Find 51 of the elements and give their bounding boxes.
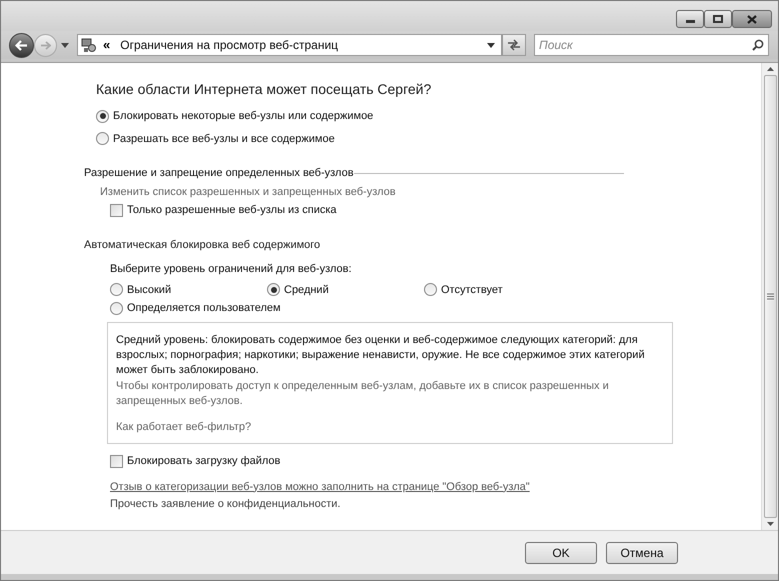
control-panel-icon bbox=[81, 37, 97, 53]
close-button[interactable] bbox=[732, 10, 772, 28]
level-description: Средний уровень: блокировать содержимое без оценки и веб-содержимое следующих категорий: для взрослых; порнография; наркотики; выражение ненависти, оружие. Не все содержимое этих категорий может быть заблокировано. bbox=[116, 332, 646, 378]
grip-icon bbox=[766, 293, 774, 300]
section-title: Автоматическая блокировка веб содержимого bbox=[84, 238, 322, 252]
back-arrow-icon bbox=[15, 40, 28, 50]
radio-button[interactable] bbox=[96, 132, 109, 146]
checkbox-option[interactable]: Только разрешенные веб-узлы из списка bbox=[110, 202, 741, 218]
level-prompt: Выберите уровень ограничений для веб-узлов: bbox=[110, 262, 353, 277]
dropdown-icon[interactable] bbox=[61, 42, 69, 48]
refresh-arrows-icon bbox=[507, 39, 521, 51]
hint-text: Чтобы контролировать доступ к определенным веб-узлам, добавьте их в список разрешенных и запрещенных веб-узлов. bbox=[116, 378, 610, 408]
scroll-up-icon[interactable] bbox=[766, 67, 774, 71]
refresh-button[interactable] bbox=[502, 34, 526, 56]
close-icon bbox=[747, 14, 757, 24]
checkbox-option[interactable]: Блокировать загрузку файлов bbox=[110, 453, 741, 470]
privacy-link[interactable]: Прочесть заявление о конфиденциальности. bbox=[110, 496, 741, 512]
radio-option[interactable]: Блокировать некоторые веб-узлы или содержимое bbox=[96, 108, 374, 124]
scroll-thumb[interactable] bbox=[764, 75, 776, 518]
scroll-down-icon[interactable] bbox=[766, 522, 774, 526]
dialog-button[interactable]: OK bbox=[525, 542, 597, 564]
checkbox[interactable] bbox=[110, 204, 123, 217]
radio-option[interactable]: Средний bbox=[267, 282, 329, 298]
radio-button[interactable] bbox=[110, 283, 123, 296]
radio-option[interactable]: Высокий bbox=[110, 282, 172, 298]
checkbox[interactable] bbox=[110, 454, 123, 468]
breadcrumb-chevron[interactable]: « bbox=[103, 35, 110, 55]
section-title: Разрешение и запрещение определенных веб-узлов bbox=[84, 166, 354, 181]
dropdown-icon[interactable] bbox=[487, 42, 495, 48]
search-field[interactable]: Поиск bbox=[534, 34, 769, 56]
maximize-button[interactable] bbox=[704, 10, 732, 28]
radio-button[interactable] bbox=[267, 283, 280, 296]
radio-button[interactable] bbox=[110, 302, 123, 315]
radio-option[interactable]: Разрешать все веб-узлы и все содержимое bbox=[96, 130, 335, 147]
scrollbar[interactable] bbox=[761, 63, 778, 530]
dialog-button[interactable]: Отмена bbox=[606, 542, 678, 564]
feedback-link[interactable]: Отзыв о категоризации веб-узлов можно заполнить на странице "Обзор веб-узла" bbox=[110, 478, 741, 495]
address-bar[interactable]: « Ограничения на просмотр веб-страниц bbox=[77, 34, 502, 56]
edit-list-link[interactable]: Изменить список разрешенных и запрещенных веб-узлов bbox=[100, 184, 741, 200]
search-icon[interactable] bbox=[752, 39, 764, 51]
minimize-button[interactable] bbox=[676, 10, 704, 28]
radio-option[interactable]: Отсутствует bbox=[424, 282, 503, 298]
back-button[interactable] bbox=[9, 32, 34, 58]
forward-arrow-icon bbox=[40, 40, 51, 50]
search-input[interactable]: Поиск bbox=[539, 36, 752, 54]
radio-option[interactable]: Определяется пользователем bbox=[110, 300, 281, 316]
radio-button[interactable] bbox=[424, 283, 437, 296]
address-path[interactable]: Ограничения на просмотр веб-страниц bbox=[120, 36, 481, 54]
page-heading: Какие области Интернета может посещать Сергей? bbox=[96, 80, 432, 99]
radio-button[interactable] bbox=[96, 110, 109, 123]
help-link[interactable]: Как работает веб-фильтр? bbox=[116, 418, 664, 435]
